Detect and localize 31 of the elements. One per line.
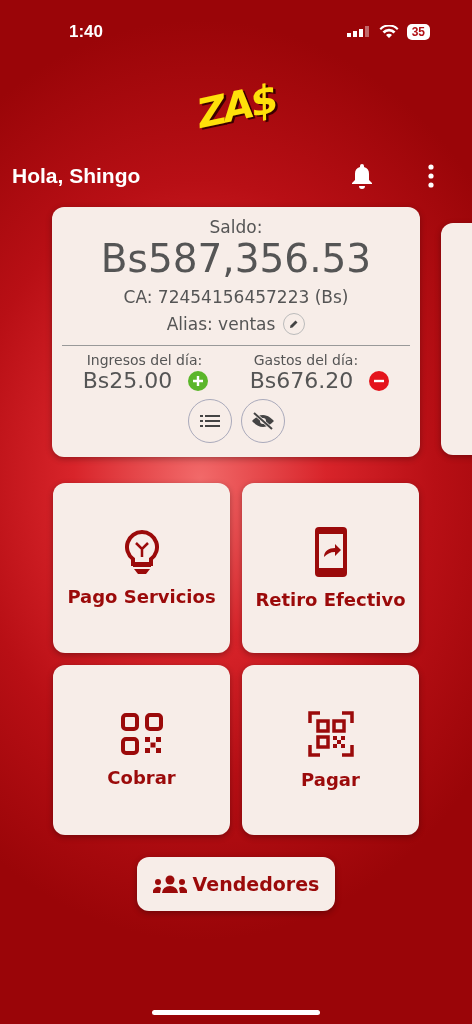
action-tile[interactable]: Pago Servicios [53,483,230,653]
account-number: CA: 72454156457223 (Bs) [122,287,350,307]
balance-label: Saldo: [208,217,264,237]
action-tile[interactable]: Pagar [242,665,419,835]
notification-bell-icon[interactable] [350,163,374,189]
sellers-button[interactable]: Vendedores [137,857,335,911]
stat-label: Ingresos del día: [85,352,203,368]
people-icon [152,875,187,893]
list-icon [199,414,220,428]
qr-scan-icon [307,710,354,757]
stat-amount: Bs25.00 [82,368,173,393]
minus-icon [369,370,390,391]
alias-text: Alias: ventas [166,314,276,334]
stat-amount: Bs676.20 [249,368,354,393]
action-tile[interactable]: Retiro Efectivo [242,483,419,653]
greeting-text: Hola, Shingo [12,164,142,188]
pencil-icon [289,319,300,329]
stat-label: Gastos del día: [252,352,359,368]
signal-icon [346,26,371,38]
phone-share-icon [314,526,347,577]
qr-code-icon [120,712,163,755]
action-tile[interactable]: Cobrar [53,665,230,835]
app-logo: ZA$ [192,75,280,137]
battery-indicator: 35 [406,24,430,40]
status-time: 1:40 [69,22,104,42]
balance-amount: Bs587,356.53 [99,237,373,281]
wifi-icon [378,25,399,39]
eye-slash-icon [250,412,275,430]
plus-icon [188,370,209,391]
lightbulb-icon [124,529,159,574]
more-menu-icon[interactable] [428,164,434,188]
